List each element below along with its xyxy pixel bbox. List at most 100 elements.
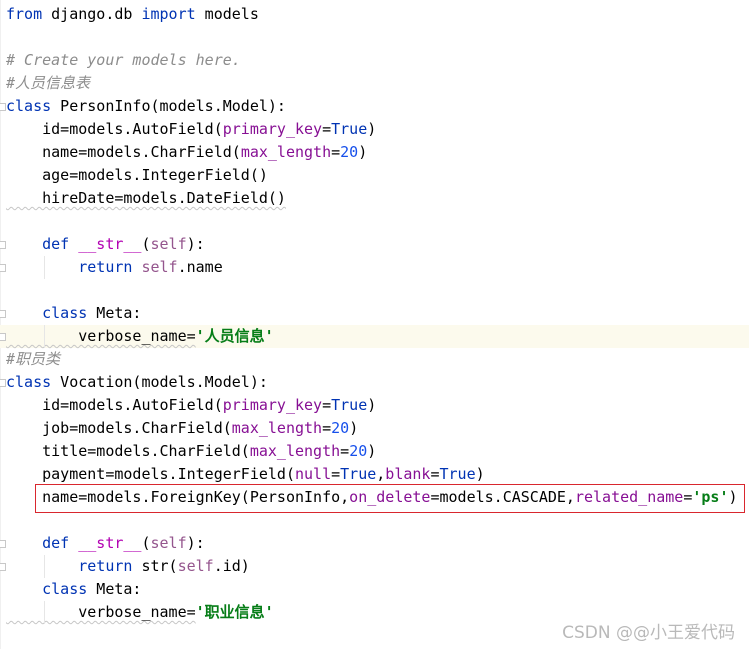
code-line-text: return str(self.id) — [6, 555, 250, 578]
code-line-text: class Vocation(models.Model): — [6, 371, 268, 394]
code-token: PersonInfo(models.Model): — [51, 97, 286, 115]
code-token: verbose_name= — [6, 327, 196, 345]
code-token: ) — [367, 396, 377, 414]
code-line-text: return self.name — [6, 256, 223, 279]
code-token: = — [331, 143, 341, 161]
fold-marker-icon[interactable] — [0, 310, 6, 318]
code-token: ( — [141, 534, 151, 552]
code-token: 'ps' — [692, 488, 729, 506]
code-line[interactable]: payment=models.IntegerField(null=True,bl… — [0, 463, 749, 486]
code-line[interactable]: verbose_name='人员信息' — [0, 325, 749, 348]
fold-marker-icon[interactable] — [0, 241, 6, 249]
code-line[interactable]: class Vocation(models.Model): — [0, 371, 749, 394]
code-token: name=models.CharField( — [6, 143, 241, 161]
code-line[interactable]: class Meta: — [0, 578, 749, 601]
code-line-text: def __str__(self): — [6, 233, 205, 256]
fold-marker-icon[interactable] — [0, 379, 6, 387]
code-line[interactable] — [0, 210, 749, 233]
code-token: class — [6, 97, 52, 115]
code-line-text: age=models.IntegerField() — [6, 164, 268, 187]
code-token: ( — [141, 235, 151, 253]
code-token: ) — [349, 419, 359, 437]
code-line[interactable]: return str(self.id) — [0, 555, 749, 578]
code-token: null — [294, 465, 332, 483]
code-token: def — [42, 235, 70, 253]
code-line[interactable]: id=models.AutoField(primary_key=True) — [0, 118, 749, 141]
code-token: hireDate=models.DateField() — [6, 189, 286, 207]
code-token: = — [322, 396, 332, 414]
code-token: '职业信息' — [195, 603, 274, 621]
code-token: self — [150, 235, 187, 253]
code-token: Meta: — [87, 580, 142, 598]
code-token: True — [331, 396, 368, 414]
code-line[interactable] — [0, 509, 749, 532]
code-token: =models.CASCADE, — [430, 488, 575, 506]
code-line[interactable]: #职员类 — [0, 348, 749, 371]
code-line[interactable]: id=models.AutoField(primary_key=True) — [0, 394, 749, 417]
code-token: max_length — [231, 419, 323, 437]
code-token: self — [141, 258, 178, 276]
fold-marker-icon[interactable] — [0, 563, 6, 571]
code-token: verbose_name= — [6, 603, 196, 621]
code-line[interactable]: hireDate=models.DateField() — [0, 187, 749, 210]
code-token: ) — [475, 465, 485, 483]
code-token: ) — [367, 120, 377, 138]
code-line-text: job=models.CharField(max_length=20) — [6, 417, 358, 440]
code-token: = — [683, 488, 693, 506]
indent-guide — [44, 601, 45, 624]
code-line[interactable]: # Create your models here. — [0, 49, 749, 72]
code-line-text: def __str__(self): — [6, 532, 205, 555]
code-line[interactable]: name=models.CharField(max_length=20) — [0, 141, 749, 164]
fold-marker-icon[interactable] — [0, 264, 6, 272]
code-line[interactable]: class Meta: — [0, 302, 749, 325]
code-token: = — [331, 465, 341, 483]
code-token: = — [322, 419, 332, 437]
code-token: str( — [132, 557, 178, 575]
code-token: from — [6, 5, 43, 23]
fold-marker-icon[interactable] — [0, 103, 6, 111]
code-line[interactable] — [0, 26, 749, 49]
code-line[interactable]: name=models.ForeignKey(PersonInfo,on_del… — [0, 486, 749, 509]
code-line[interactable]: def __str__(self): — [0, 233, 749, 256]
code-token: models — [195, 5, 259, 23]
code-token: payment=models.IntegerField( — [6, 465, 295, 483]
code-line[interactable]: #人员信息表 — [0, 72, 749, 95]
code-token: primary_key — [222, 396, 323, 414]
code-line[interactable]: class PersonInfo(models.Model): — [0, 95, 749, 118]
indent-guide — [44, 555, 45, 578]
code-token: #人员信息表 — [6, 74, 91, 92]
code-line[interactable]: from django.db import models — [0, 3, 749, 26]
fold-marker-icon[interactable] — [0, 333, 6, 341]
code-line[interactable]: age=models.IntegerField() — [0, 164, 749, 187]
code-line[interactable]: return self.name — [0, 256, 749, 279]
code-token: ): — [186, 235, 205, 253]
code-line[interactable]: title=models.CharField(max_length=20) — [0, 440, 749, 463]
code-token: #职员类 — [6, 350, 61, 368]
code-token: job=models.CharField( — [6, 419, 232, 437]
code-token: on_delete — [349, 488, 431, 506]
code-token: def — [42, 534, 70, 552]
code-token: __str__ — [78, 534, 142, 552]
code-line[interactable] — [0, 279, 749, 302]
code-token: __str__ — [78, 235, 142, 253]
code-token: class — [42, 304, 88, 322]
code-token: 20 — [331, 419, 350, 437]
code-line[interactable]: job=models.CharField(max_length=20) — [0, 417, 749, 440]
code-token: 20 — [349, 442, 368, 460]
code-token: class — [42, 580, 88, 598]
code-token: True — [331, 120, 368, 138]
code-token: ) — [367, 442, 377, 460]
indent-guide — [44, 256, 45, 279]
code-token: True — [439, 465, 476, 483]
code-token: related_name — [574, 488, 684, 506]
fold-marker-icon[interactable] — [0, 540, 6, 548]
code-token: title=models.CharField( — [6, 442, 250, 460]
code-line[interactable]: def __str__(self): — [0, 532, 749, 555]
code-editor[interactable]: from django.db import models # Create you… — [0, 0, 749, 649]
